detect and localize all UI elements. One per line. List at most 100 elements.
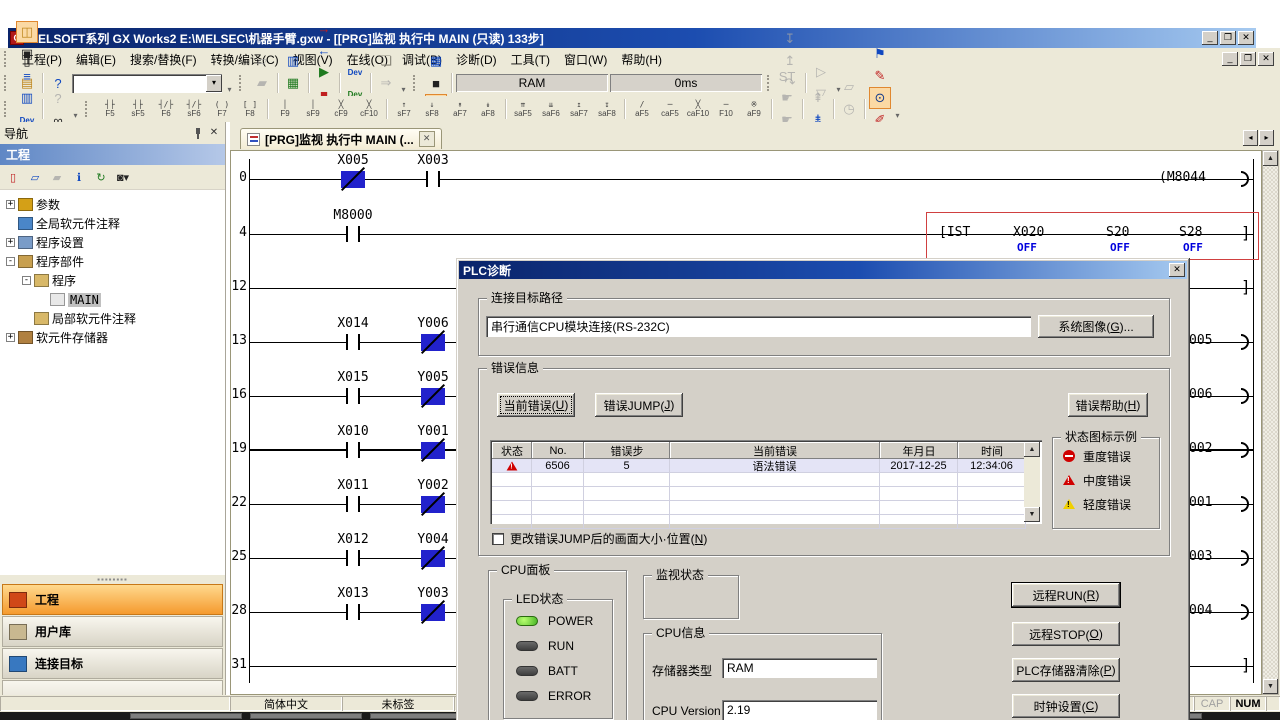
- ladder-symbol-saF6-button[interactable]: ⇊saF6: [538, 97, 564, 121]
- monitor-start-icon[interactable]: ▶: [313, 61, 335, 83]
- ladder-symbol-F8-button[interactable]: [ ]F8: [237, 97, 263, 121]
- overflow-chevron-icon[interactable]: ▾: [892, 98, 903, 120]
- param-check-icon[interactable]: ⚑: [869, 43, 891, 65]
- open-contact-symbol[interactable]: [346, 550, 348, 566]
- statement-list-icon[interactable]: ≡: [16, 65, 38, 87]
- mdi-minimize-button[interactable]: _: [1222, 52, 1238, 66]
- tree-item-程序设置[interactable]: +程序设置: [0, 233, 225, 252]
- open-contact-symbol[interactable]: [346, 226, 348, 242]
- connection-path-field[interactable]: 串行通信CPU模块连接(RS-232C): [486, 316, 1031, 337]
- tree-item-全局软元件注释[interactable]: 全局软元件注释: [0, 214, 225, 233]
- nav-info-icon[interactable]: ℹ: [69, 167, 89, 187]
- keyword-combobox[interactable]: ▾: [72, 74, 222, 93]
- nav-refresh-icon[interactable]: ↻: [91, 167, 111, 187]
- cascade-window-icon[interactable]: ❏: [375, 50, 397, 72]
- select-mode-icon[interactable]: ▦: [425, 50, 447, 72]
- monitor-mode-icon[interactable]: ⊙: [869, 87, 891, 109]
- menubar-grip[interactable]: [4, 51, 11, 67]
- ladder-symbol-aF8-button[interactable]: ↡aF8: [475, 97, 501, 121]
- ladder-symbol-sF7-button[interactable]: ↑sF7: [391, 97, 417, 121]
- system-image-button[interactable]: 系统图像(G)...: [1038, 315, 1154, 338]
- coil-symbol[interactable]: [1241, 334, 1249, 350]
- mdi-restore-button[interactable]: ❐: [1240, 52, 1256, 66]
- error-table-header[interactable]: 年月日: [880, 442, 958, 459]
- nav-stack-用户库[interactable]: 用户库: [2, 616, 223, 647]
- error-table-header[interactable]: 状态: [492, 442, 532, 459]
- ladder-symbol-F9-button[interactable]: │F9: [272, 97, 298, 121]
- menu-item-1[interactable]: 编辑(E): [69, 49, 123, 70]
- device-comment-display-icon[interactable]: ▥: [16, 87, 38, 109]
- nav-stack-连接目标[interactable]: 连接目标: [2, 648, 223, 679]
- toolbar-grip[interactable]: [239, 75, 246, 91]
- tree-expander-icon[interactable]: +: [6, 200, 15, 209]
- device-monitor-1-icon[interactable]: Dev: [344, 61, 366, 83]
- ladder-symbol-sF9-button[interactable]: │sF9: [300, 97, 326, 121]
- ladder-symbol-caF10-button[interactable]: ╳caF10: [685, 97, 711, 121]
- error-table-header[interactable]: No.: [532, 442, 584, 459]
- tab-main-program[interactable]: [PRG]监视 执行中 MAIN (... ✕: [240, 128, 442, 149]
- tab-scroll-right-icon[interactable]: ▸: [1259, 130, 1274, 146]
- dialog-action-button-2[interactable]: PLC存储器清除(P): [1012, 658, 1120, 682]
- tree-expander-icon[interactable]: -: [22, 276, 31, 285]
- coil-symbol[interactable]: [1241, 496, 1249, 512]
- ladder-symbol-F10-button[interactable]: ─F10: [713, 97, 739, 121]
- dialog-action-button-1[interactable]: 远程STOP(O): [1012, 622, 1120, 646]
- dialog-action-button-3[interactable]: 时钟设置(C): [1012, 694, 1120, 718]
- open-contact-symbol[interactable]: [358, 604, 360, 620]
- tree-item-局部软元件注释[interactable]: 局部软元件注释: [0, 309, 225, 328]
- table-scroll-down-icon[interactable]: ▼: [1024, 507, 1040, 522]
- open-contact-symbol[interactable]: [358, 496, 360, 512]
- coil-symbol[interactable]: [1241, 171, 1249, 187]
- taskbar-window-button[interactable]: [130, 713, 242, 719]
- resize-after-jump-checkbox[interactable]: [492, 533, 504, 545]
- mdi-close-button[interactable]: ✕: [1258, 52, 1274, 66]
- pin-icon[interactable]: [193, 127, 203, 139]
- error-jump-button[interactable]: 错误JUMP(J): [595, 393, 683, 417]
- vertical-scrollbar[interactable]: ▲ ▼: [1262, 150, 1279, 695]
- error-table-header[interactable]: 错误步: [584, 442, 670, 459]
- tree-item-MAIN[interactable]: MAIN: [0, 290, 225, 309]
- open-contact-symbol[interactable]: [346, 604, 348, 620]
- open-contact-symbol[interactable]: [358, 550, 360, 566]
- error-table-scrollbar[interactable]: ▲ ▼: [1024, 442, 1040, 522]
- coil-symbol[interactable]: [1241, 604, 1249, 620]
- module-config-icon[interactable]: ▣: [16, 43, 38, 65]
- navigation-close-icon[interactable]: ✕: [207, 126, 221, 140]
- tab-scroll-left-icon[interactable]: ◂: [1243, 130, 1258, 146]
- tree-item-程序部件[interactable]: -程序部件: [0, 252, 225, 271]
- coil-symbol[interactable]: [1241, 442, 1249, 458]
- read-from-plc-icon[interactable]: ←: [313, 39, 335, 61]
- ladder-symbol-cF9-button[interactable]: ╳cF9: [328, 97, 354, 121]
- scroll-up-icon[interactable]: ▲: [1263, 151, 1278, 166]
- open-contact-symbol[interactable]: [426, 171, 428, 187]
- nav-copy-icon[interactable]: ▱: [25, 167, 45, 187]
- tree-expander-icon[interactable]: +: [6, 238, 15, 247]
- window-titlebar[interactable]: G MELSOFT系列 GX Works2 E:\MELSEC\机器手臂.gxw…: [8, 28, 1256, 48]
- ladder-symbol-aF9-button[interactable]: ※aF9: [741, 97, 767, 121]
- nav-stack-工程[interactable]: 工程: [2, 584, 223, 615]
- ladder-symbol-saF8-button[interactable]: ↧saF8: [594, 97, 620, 121]
- error-help-button[interactable]: 错误帮助(H): [1068, 393, 1148, 417]
- overflow-chevron-icon[interactable]: ▾: [398, 72, 409, 94]
- navigation-toggle-icon[interactable]: ◫: [16, 21, 38, 43]
- ladder-symbol-sF8-button[interactable]: ↓sF8: [419, 97, 445, 121]
- dialog-titlebar[interactable]: PLC诊断: [459, 261, 1187, 279]
- ladder-symbol-saF7-button[interactable]: ↥saF7: [566, 97, 592, 121]
- ladder-symbol-aF7-button[interactable]: ↟aF7: [447, 97, 473, 121]
- error-table-header[interactable]: 当前错误: [670, 442, 880, 459]
- current-error-button[interactable]: 当前错误(U): [497, 393, 575, 417]
- coil-symbol[interactable]: [1241, 388, 1249, 404]
- scroll-down-icon[interactable]: ▼: [1263, 679, 1278, 694]
- cpu-version-field[interactable]: 2.19: [722, 700, 877, 720]
- ladder-symbol-sF6-button[interactable]: ┤/├sF6: [181, 97, 207, 121]
- ladder-symbol-cF10-button[interactable]: ╳cF10: [356, 97, 382, 121]
- toolbar-grip[interactable]: [4, 101, 11, 117]
- device-batch-icon[interactable]: ▦: [282, 72, 304, 94]
- tree-item-程序[interactable]: -程序: [0, 271, 225, 290]
- open-contact-symbol[interactable]: [346, 442, 348, 458]
- toolbar-grip[interactable]: [4, 75, 11, 91]
- open-contact-symbol[interactable]: [358, 334, 360, 350]
- open-contact-symbol[interactable]: [358, 442, 360, 458]
- panel-splitter[interactable]: ▪▪▪▪▪▪▪▪: [0, 575, 225, 583]
- ladder-symbol-F7-button[interactable]: ( )F7: [209, 97, 235, 121]
